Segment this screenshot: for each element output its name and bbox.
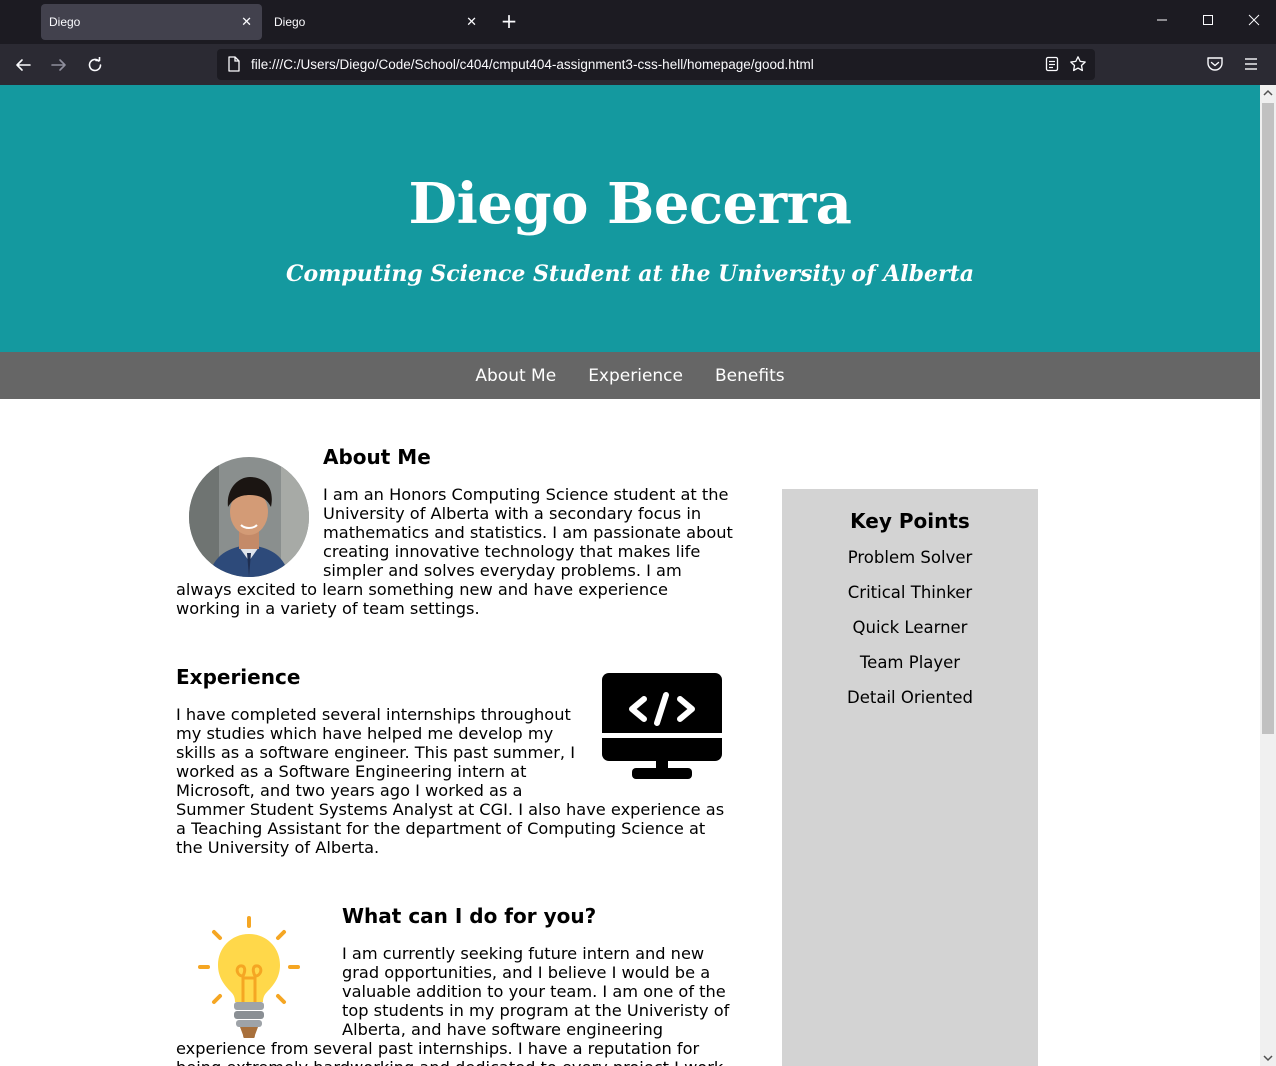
about-section: About Me I am an Honors Computing Scienc…	[176, 445, 736, 618]
reload-icon[interactable]	[82, 52, 108, 78]
hamburger-menu-icon[interactable]	[1243, 56, 1259, 76]
key-points-list: Problem Solver Critical Thinker Quick Le…	[782, 545, 1038, 720]
nav-link-experience[interactable]: Experience	[588, 366, 683, 386]
profile-photo	[189, 457, 309, 577]
browser-tab-bar: Diego ✕ Diego ✕ +	[0, 0, 1276, 44]
hero-tagline: Computing Science Student at the Univers…	[285, 261, 975, 287]
lightbulb-icon	[196, 916, 302, 1041]
scroll-up-arrow-icon[interactable]	[1260, 85, 1276, 101]
page-viewport: Diego Becerra Computing Science Student …	[0, 85, 1276, 1066]
browser-tab-active[interactable]: Diego ✕	[41, 4, 262, 40]
new-tab-icon[interactable]: +	[498, 10, 520, 32]
hero-name: Diego Becerra	[408, 171, 852, 237]
web-page: Diego Becerra Computing Science Student …	[0, 85, 1260, 1066]
tab-title: Diego	[274, 15, 306, 29]
hero-header: Diego Becerra Computing Science Student …	[0, 85, 1260, 352]
about-heading: About Me	[323, 445, 431, 469]
nav-link-about-me[interactable]: About Me	[475, 366, 556, 386]
minimize-icon[interactable]	[1151, 10, 1173, 32]
scrollbar-thumb[interactable]	[1262, 103, 1274, 734]
key-point-item: Quick Learner	[852, 618, 968, 637]
maximize-icon[interactable]	[1197, 10, 1219, 32]
key-point-item: Detail Oriented	[847, 688, 973, 707]
url-bar[interactable]: file:///C:/Users/Diego/Code/School/c404/…	[217, 49, 1095, 80]
key-points-sidebar: Key Points Problem Solver Critical Think…	[782, 489, 1038, 1066]
scroll-down-arrow-icon[interactable]	[1260, 1050, 1276, 1066]
tab-title: Diego	[49, 15, 81, 29]
page-icon	[227, 56, 241, 76]
key-point-item: Problem Solver	[847, 548, 973, 567]
bookmark-star-icon[interactable]	[1069, 55, 1087, 77]
browser-tab-inactive[interactable]: Diego ✕	[266, 4, 487, 40]
url-text[interactable]: file:///C:/Users/Diego/Code/School/c404/…	[251, 57, 814, 72]
forward-arrow-icon[interactable]	[46, 52, 72, 78]
back-arrow-icon[interactable]	[10, 52, 36, 78]
nav-link-benefits[interactable]: Benefits	[715, 366, 785, 386]
experience-section: Experience I have completed several inte…	[176, 665, 736, 857]
pocket-icon[interactable]	[1206, 55, 1224, 77]
close-tab-icon[interactable]: ✕	[241, 14, 252, 30]
key-points-title: Key Points	[850, 509, 970, 533]
benefits-heading: What can I do for you?	[342, 904, 597, 928]
window-close-icon[interactable]	[1243, 10, 1265, 32]
key-point-item: Critical Thinker	[847, 583, 973, 602]
key-point-item: Team Player	[859, 653, 961, 672]
vertical-scrollbar[interactable]	[1260, 85, 1276, 1066]
browser-nav-bar: file:///C:/Users/Diego/Code/School/c404/…	[0, 44, 1276, 85]
site-nav: About Me Experience Benefits	[0, 352, 1260, 399]
code-monitor-icon	[600, 673, 724, 781]
reader-view-icon[interactable]	[1045, 56, 1059, 76]
benefits-section: What can I do for you? I am currently se…	[176, 904, 736, 1066]
close-tab-icon[interactable]: ✕	[466, 14, 477, 30]
